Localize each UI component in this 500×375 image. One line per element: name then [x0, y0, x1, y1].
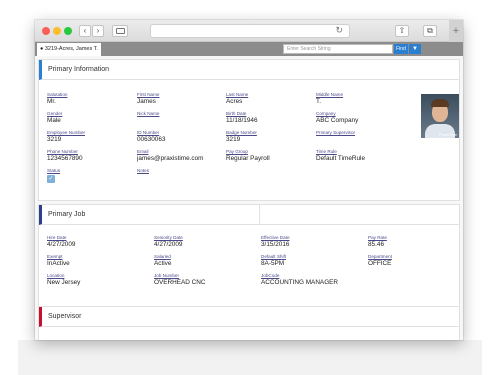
person-icon: ● [40, 46, 44, 52]
seniority-date-label: Seniority Date [154, 235, 183, 240]
company-value: ABC Company [316, 117, 359, 124]
birth-date-label: Birth Date [226, 111, 247, 116]
browser-window: ‹ › ↻ ⇧ ⧉ + ● 3219-Acres, James T. Enter… [35, 20, 463, 340]
chevron-right-icon: › [96, 26, 100, 35]
employee-tab-label: 3219-Acres, James T. [44, 46, 98, 52]
photo-caption: PraxisTime [439, 133, 457, 137]
employee-detail-content: Primary Information Salutation Mr. First… [35, 56, 463, 340]
status-checkbox[interactable]: ✓ [47, 175, 55, 183]
department-value: OFFICE [368, 260, 392, 267]
location-label[interactable]: Location [47, 273, 64, 278]
notes-label[interactable]: Notes [137, 168, 149, 173]
location-value: New Jersey [47, 279, 81, 286]
middle-name-label: Middle Name [316, 92, 344, 97]
browser-titlebar: ‹ › ↻ ⇧ ⧉ + [35, 20, 463, 42]
share-button[interactable]: ⇧ [395, 25, 409, 37]
forward-button[interactable]: › [92, 25, 104, 37]
primary-supervisor-label[interactable]: Primary Supervisor [316, 130, 355, 135]
employee-number-value: 3219 [47, 136, 62, 143]
time-rule-label[interactable]: Time Rule [316, 149, 337, 154]
primary-job-header[interactable]: Primary Job [39, 205, 459, 225]
nick-name-label: Nick Name [137, 111, 160, 116]
minimize-window-button[interactable] [53, 27, 61, 35]
hire-date-label: Hire Date [47, 235, 67, 240]
photo-hair [431, 99, 449, 107]
search-input[interactable]: Enter Search String [283, 44, 393, 54]
header-divider [259, 205, 260, 225]
job-number-value: OVERHEAD CNC [154, 279, 206, 286]
last-name-label: Last Name [226, 92, 249, 97]
phone-number-label: Phone Number [47, 149, 78, 154]
share-icon: ⇧ [398, 26, 406, 35]
exempt-label: Exempt [47, 254, 63, 259]
jobcode-value: ACCOUNTING MANAGER [261, 279, 339, 286]
pay-rate-value: 85.46 [368, 241, 384, 248]
employee-tab[interactable]: ● 3219-Acres, James T. [37, 43, 101, 56]
default-shift-value: 8A-5PM [261, 260, 285, 267]
email-value[interactable]: james@praxistime.com [137, 155, 204, 162]
id-number-label: ID Number [137, 130, 160, 135]
last-name-value: Acres [226, 98, 243, 105]
app-toolbar: ● 3219-Acres, James T. Enter Search Stri… [35, 42, 463, 56]
company-label: Company [316, 111, 336, 116]
plus-icon: + [452, 25, 460, 37]
filter-icon: ▼ [412, 46, 418, 52]
id-number-value: 00630063 [137, 136, 166, 143]
supervisor-header[interactable]: Supervisor [39, 307, 459, 327]
chevron-left-icon: ‹ [83, 26, 87, 35]
address-bar[interactable]: ↻ [150, 24, 350, 38]
sidebar-icon [115, 28, 125, 34]
time-rule-value: Default TimeRule [316, 155, 366, 162]
find-button[interactable]: Find [394, 44, 408, 54]
tabs-button[interactable]: ⧉ [423, 25, 437, 37]
primary-information-header[interactable]: Primary Information [39, 60, 459, 80]
first-name-value: James [137, 98, 156, 105]
pay-rate-label: Pay Rate [368, 235, 387, 240]
hire-date-value: 4/27/2009 [47, 241, 76, 248]
first-name-label: First Name [137, 92, 160, 97]
back-button[interactable]: ‹ [79, 25, 91, 37]
primary-information-panel: Primary Information Salutation Mr. First… [38, 59, 460, 201]
gender-value: Male [47, 117, 61, 124]
middle-name-value: T. [316, 98, 321, 105]
department-label[interactable]: Department [368, 254, 392, 259]
salutation-label: Salutation [47, 92, 68, 97]
reload-icon[interactable]: ↻ [335, 25, 343, 36]
tabs-icon: ⧉ [427, 26, 433, 35]
phone-number-value: 1234567890 [47, 155, 83, 162]
sidebar-toggle-button[interactable] [112, 25, 128, 37]
default-shift-label[interactable]: Default Shift [261, 254, 286, 259]
salaried-value: Active [154, 260, 172, 267]
jobcode-label[interactable]: JobCode [261, 273, 279, 278]
zoom-window-button[interactable] [64, 27, 72, 35]
supervisor-panel: Supervisor [38, 306, 460, 340]
pay-group-label[interactable]: Pay Group [226, 149, 248, 154]
status-label: Status [47, 168, 61, 173]
badge-number-value: 3219 [226, 136, 241, 143]
salutation-value: Mr. [47, 98, 56, 105]
employee-number-label: Employee Number [47, 130, 86, 135]
new-tab-button[interactable]: + [449, 20, 463, 42]
close-window-button[interactable] [42, 27, 50, 35]
effective-date-label: Effective Date [261, 235, 290, 240]
checkmark-icon: ✓ [48, 176, 54, 182]
gender-label: Gender [47, 111, 63, 116]
birth-date-value: 11/18/1946 [226, 117, 258, 124]
background-band [18, 340, 482, 375]
badge-number-label: Badge Number [226, 130, 257, 135]
job-number-label[interactable]: Job Number [154, 273, 179, 278]
seniority-date-value: 4/27/2009 [154, 241, 183, 248]
primary-job-panel: Primary Job Hire Date 4/27/2009 Seniorit… [38, 204, 460, 311]
email-label: Email [137, 149, 149, 154]
employee-photo: PraxisTime [421, 94, 459, 138]
filter-button[interactable]: ▼ [409, 44, 421, 54]
salaried-label: Salaried [154, 254, 171, 259]
effective-date-value: 3/15/2016 [261, 241, 290, 248]
pay-group-value: Regular Payroll [226, 155, 270, 162]
exempt-value: InActive [47, 260, 70, 267]
screenshot-stage: ‹ › ↻ ⇧ ⧉ + ● 3219-Acres, James T. Enter… [0, 0, 500, 375]
